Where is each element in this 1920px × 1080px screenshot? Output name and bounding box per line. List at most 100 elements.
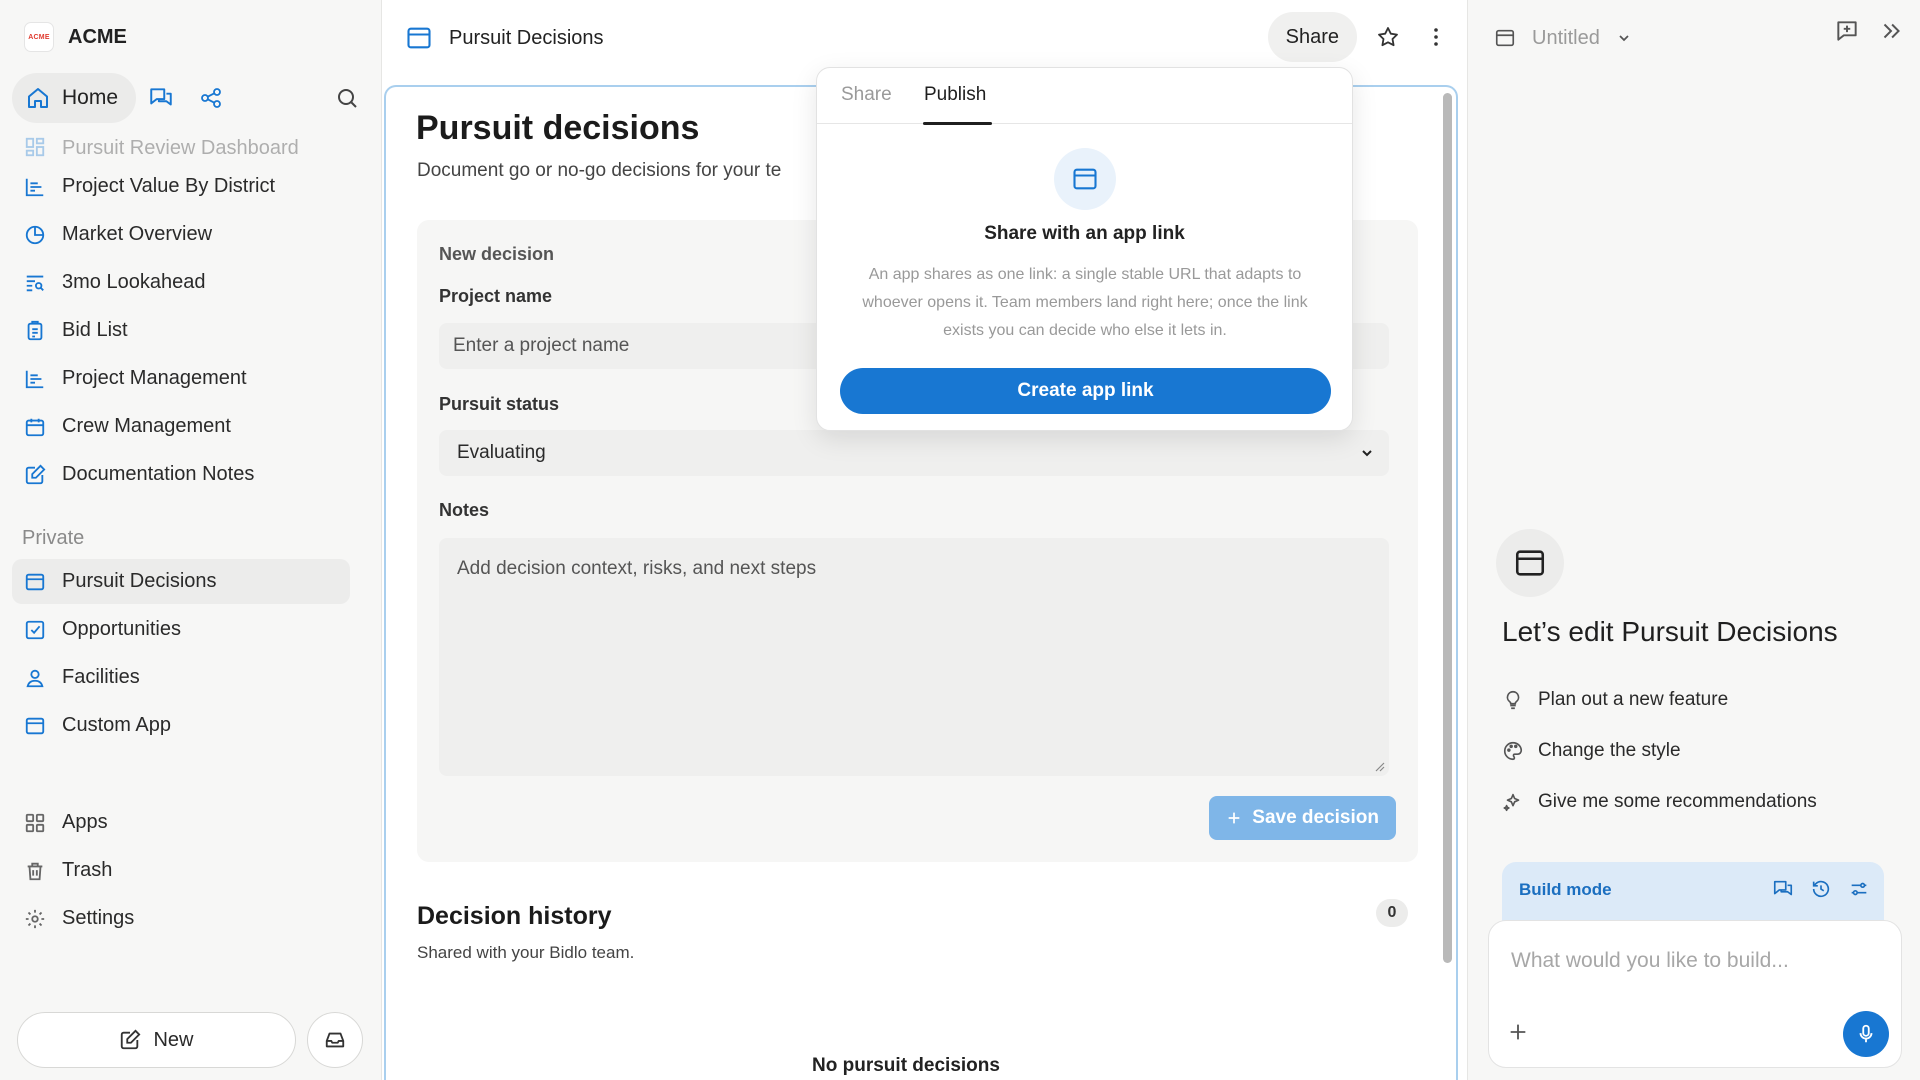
workspace-switcher[interactable]: ACME ACME bbox=[24, 22, 127, 52]
sidebar-item-opportunities[interactable]: Opportunities bbox=[12, 607, 350, 652]
workspace-name: ACME bbox=[68, 25, 127, 48]
search-button[interactable] bbox=[322, 73, 372, 123]
checkbox-icon bbox=[22, 617, 48, 643]
suggestion-label: Give me some recommendations bbox=[1538, 791, 1817, 812]
suggestion-change-style[interactable]: Change the style bbox=[1502, 740, 1681, 762]
sidebar-item-label: Project Management bbox=[62, 367, 247, 389]
suggestion-plan-feature[interactable]: Plan out a new feature bbox=[1502, 689, 1728, 711]
suggestion-label: Change the style bbox=[1538, 740, 1681, 761]
app-window-icon bbox=[22, 713, 48, 739]
sidebar-item-trash[interactable]: Trash bbox=[12, 848, 350, 893]
resize-handle-icon[interactable] bbox=[1373, 760, 1385, 772]
sidebar-item-label: 3mo Lookahead bbox=[62, 271, 206, 293]
sidebar-item-apps[interactable]: Apps bbox=[12, 800, 350, 845]
edit-note-icon bbox=[22, 462, 48, 488]
sidebar-item-label: Apps bbox=[62, 811, 108, 833]
inbox-button[interactable] bbox=[307, 1012, 363, 1068]
plus-icon bbox=[1228, 812, 1240, 824]
sidebar-item-label: Market Overview bbox=[62, 223, 213, 245]
sidebar-item-label: Project Value By District bbox=[62, 175, 276, 197]
voice-input-button[interactable] bbox=[1843, 1011, 1889, 1057]
user-icon bbox=[22, 665, 48, 691]
popover-title: Share with an app link bbox=[984, 223, 1185, 244]
plus-icon[interactable] bbox=[1507, 1021, 1529, 1043]
chevron-down-icon bbox=[1362, 450, 1372, 457]
scrollbar[interactable] bbox=[1443, 93, 1452, 963]
notes-placeholder: Add decision context, risks, and next st… bbox=[457, 558, 817, 579]
favorite-button[interactable] bbox=[1365, 14, 1411, 60]
home-button[interactable]: Home bbox=[12, 73, 137, 123]
chevron-down-icon bbox=[1619, 35, 1629, 42]
sidebar: ACME ACME Home Pursuit Review Dashboard … bbox=[0, 0, 382, 1080]
sliders-icon[interactable] bbox=[1848, 878, 1870, 900]
list-search-icon bbox=[22, 270, 48, 296]
app-avatar bbox=[1496, 529, 1564, 597]
save-decision-label: Save decision bbox=[1252, 807, 1379, 828]
sidebar-item-label: Pursuit Review Dashboard bbox=[62, 137, 299, 159]
decision-history-title: Decision history bbox=[417, 902, 612, 930]
sidebar-item-market-overview[interactable]: Market Overview bbox=[12, 212, 350, 257]
active-tab-indicator bbox=[923, 122, 992, 125]
suggestion-label: Plan out a new feature bbox=[1538, 689, 1729, 710]
brand-logo: ACME bbox=[24, 22, 54, 52]
suggestion-recommendations[interactable]: Give me some recommendations bbox=[1502, 791, 1817, 813]
brand-logo-text: ACME bbox=[28, 33, 50, 41]
sidebar-item-project-value-by-district[interactable]: Project Value By District bbox=[12, 164, 350, 209]
more-options-button[interactable] bbox=[1413, 14, 1459, 60]
decision-history-subtitle: Shared with your Bidlo team. bbox=[417, 943, 635, 962]
connections-button[interactable] bbox=[186, 73, 236, 123]
sidebar-item-label: Opportunities bbox=[62, 618, 181, 640]
sidebar-item-label: Crew Management bbox=[62, 415, 231, 437]
sidebar-item-label: Settings bbox=[62, 907, 135, 929]
sidebar-item-settings[interactable]: Settings bbox=[12, 896, 350, 941]
sidebar-item-label: Custom App bbox=[62, 714, 171, 736]
sidebar-item-crew-management[interactable]: Crew Management bbox=[12, 404, 350, 449]
new-button[interactable]: New bbox=[17, 1012, 296, 1068]
sidebar-item-pursuit-review-dashboard[interactable]: Pursuit Review Dashboard bbox=[12, 128, 350, 160]
notes-textarea[interactable]: Add decision context, risks, and next st… bbox=[439, 538, 1389, 776]
pie-chart-icon bbox=[22, 222, 48, 248]
share-button[interactable]: Share bbox=[1267, 12, 1357, 62]
sidebar-item-3mo-lookahead[interactable]: 3mo Lookahead bbox=[12, 260, 350, 305]
sidebar-item-facilities[interactable]: Facilities bbox=[12, 655, 350, 700]
tab-publish[interactable]: Publish bbox=[924, 84, 986, 106]
sidebar-item-custom-app[interactable]: Custom App bbox=[12, 703, 350, 748]
app-window-icon bbox=[1515, 550, 1545, 576]
sidebar-item-project-management[interactable]: Project Management bbox=[12, 356, 350, 401]
grid-icon bbox=[22, 810, 48, 836]
sparkles-icon bbox=[1503, 793, 1520, 812]
build-mode-bar: Build mode bbox=[1502, 862, 1884, 922]
inbox-icon bbox=[325, 1032, 345, 1048]
save-decision-button[interactable]: Save decision bbox=[1209, 796, 1396, 840]
app-window-icon bbox=[1495, 29, 1515, 47]
chat-button[interactable] bbox=[136, 73, 186, 123]
decision-count-badge: 0 bbox=[1376, 899, 1408, 927]
edit-icon bbox=[121, 1029, 141, 1050]
sidebar-item-label: Bid List bbox=[62, 319, 128, 341]
chat-mode-icon[interactable] bbox=[1772, 878, 1794, 900]
sidebar-item-documentation-notes[interactable]: Documentation Notes bbox=[12, 452, 350, 497]
page-title: Pursuit Decisions bbox=[449, 26, 604, 49]
prompt-input[interactable]: What would you like to build... bbox=[1511, 949, 1789, 973]
sidebar-item-label: Documentation Notes bbox=[62, 463, 255, 485]
prompt-composer[interactable]: What would you like to build... bbox=[1488, 920, 1902, 1068]
chat-selector[interactable]: Untitled bbox=[1494, 20, 1632, 56]
history-icon[interactable] bbox=[1810, 878, 1832, 900]
microphone-icon bbox=[1859, 1024, 1873, 1043]
popover-description: An app shares as one link: a single stab… bbox=[862, 266, 1308, 339]
lightbulb-icon bbox=[1506, 690, 1520, 710]
new-chat-icon[interactable] bbox=[1834, 18, 1860, 44]
panel-actions bbox=[1834, 18, 1904, 44]
home-icon bbox=[28, 88, 48, 108]
create-app-link-button[interactable]: Create app link bbox=[840, 368, 1331, 414]
popover-tabs: Share Publish bbox=[817, 68, 1352, 125]
collapse-panel-icon[interactable] bbox=[1878, 18, 1904, 44]
sidebar-item-bid-list[interactable]: Bid List bbox=[12, 308, 350, 353]
pursuit-status-select[interactable]: Evaluating bbox=[439, 430, 1389, 476]
home-label: Home bbox=[62, 86, 119, 109]
sidebar-item-pursuit-decisions[interactable]: Pursuit Decisions bbox=[12, 559, 350, 604]
tab-share[interactable]: Share bbox=[841, 84, 892, 106]
star-icon bbox=[1378, 27, 1398, 47]
app-window-icon bbox=[1073, 168, 1097, 190]
palette-icon bbox=[1504, 741, 1523, 761]
